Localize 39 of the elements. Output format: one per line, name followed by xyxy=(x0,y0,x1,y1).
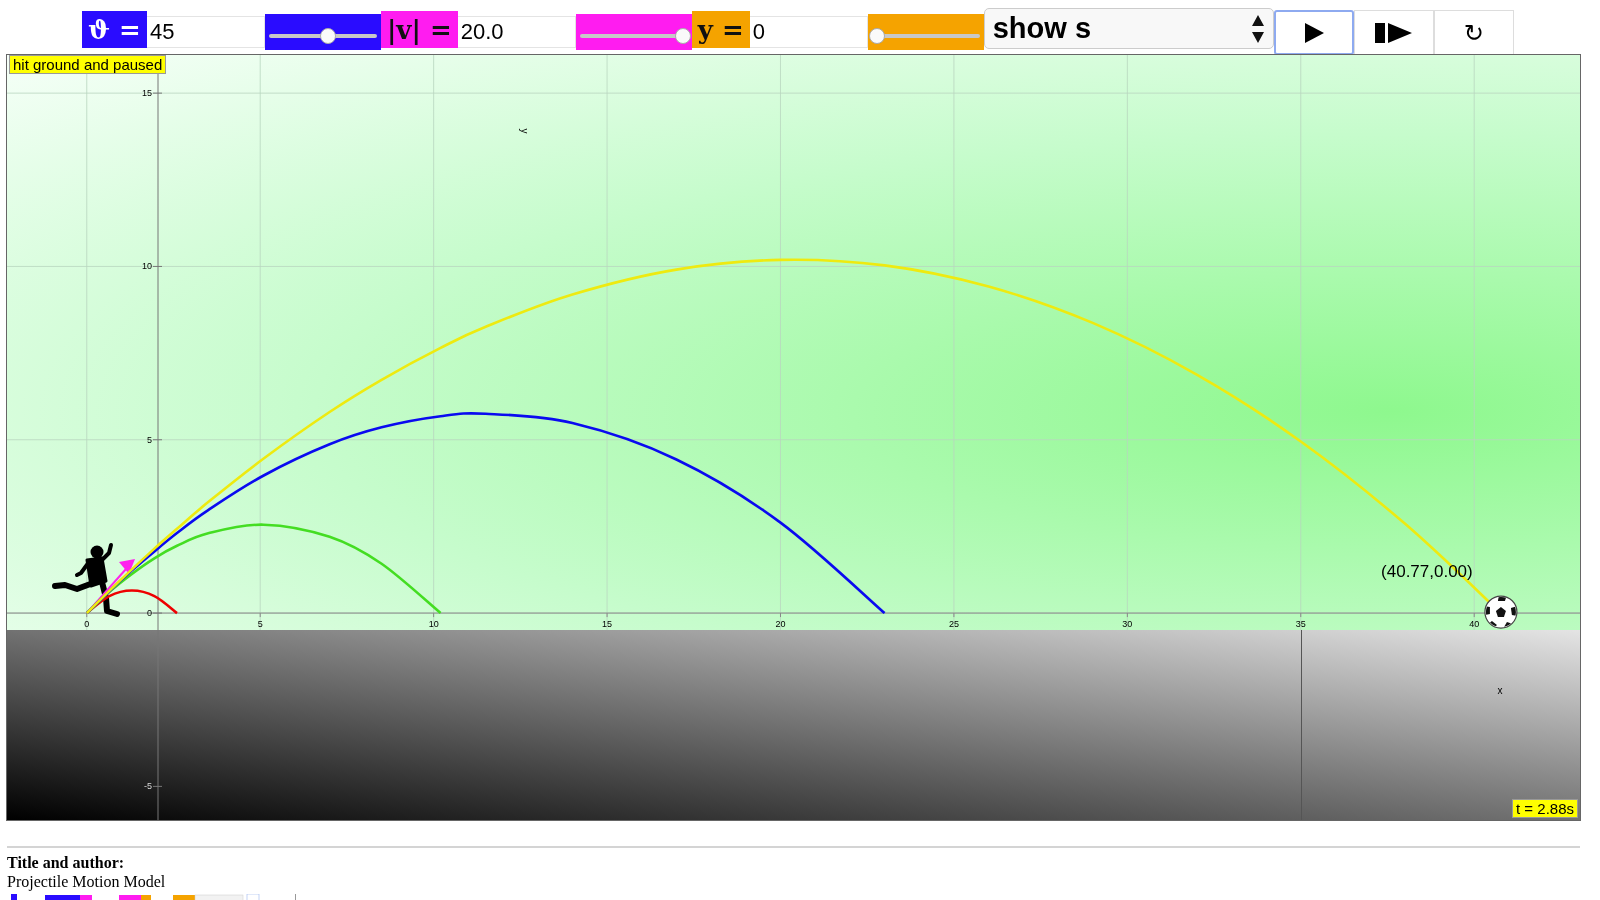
slider-thumb[interactable] xyxy=(868,28,885,44)
value-input[interactable]: 20.0 xyxy=(457,16,576,48)
value-input[interactable]: 45 xyxy=(146,16,265,48)
tick-label: 5 xyxy=(147,434,152,445)
slider[interactable] xyxy=(575,14,692,50)
slider[interactable] xyxy=(867,14,984,50)
reset-button[interactable]: ↻ xyxy=(1433,10,1514,55)
tick-label: -5 xyxy=(144,781,152,792)
value-input[interactable]: 0 xyxy=(749,16,868,48)
soccer-ball xyxy=(1484,595,1518,629)
tick-label: 40 xyxy=(1469,619,1480,630)
tick-label: 35 xyxy=(1295,619,1306,630)
slider-thumb[interactable] xyxy=(674,28,691,44)
model-title: Projectile Motion Model xyxy=(7,872,167,892)
tick-label: 10 xyxy=(142,261,152,272)
status-label: hit ground and paused xyxy=(9,55,167,74)
tick-label: 10 xyxy=(428,619,439,630)
tick-label: 0 xyxy=(147,608,152,619)
updown-arrows-icon xyxy=(1250,13,1265,44)
parameter-label: |v| = xyxy=(380,11,458,48)
tick-label: 25 xyxy=(948,619,959,630)
info-heading: Title and author: xyxy=(7,854,126,872)
slider-thumb[interactable] xyxy=(319,28,336,44)
tick-label: 30 xyxy=(1122,619,1133,630)
tick-label: 0 xyxy=(84,619,90,630)
slider[interactable] xyxy=(264,14,381,50)
play-button[interactable] xyxy=(1273,10,1354,55)
parameter-label: ϑ = xyxy=(82,11,147,48)
tick-label: 15 xyxy=(602,619,613,630)
axis-label: x xyxy=(1497,685,1503,696)
axis-label: y xyxy=(519,128,530,134)
tick-label: 20 xyxy=(775,619,786,630)
step-button[interactable] xyxy=(1353,10,1434,55)
parameter-label: y = xyxy=(691,11,750,48)
view-dropdown[interactable]: show s xyxy=(983,8,1274,49)
tick-label: 5 xyxy=(257,619,263,630)
tick-label: 15 xyxy=(142,88,152,99)
time-label: t = 2.88s xyxy=(1512,799,1578,818)
step-forward-icon xyxy=(1373,20,1414,45)
